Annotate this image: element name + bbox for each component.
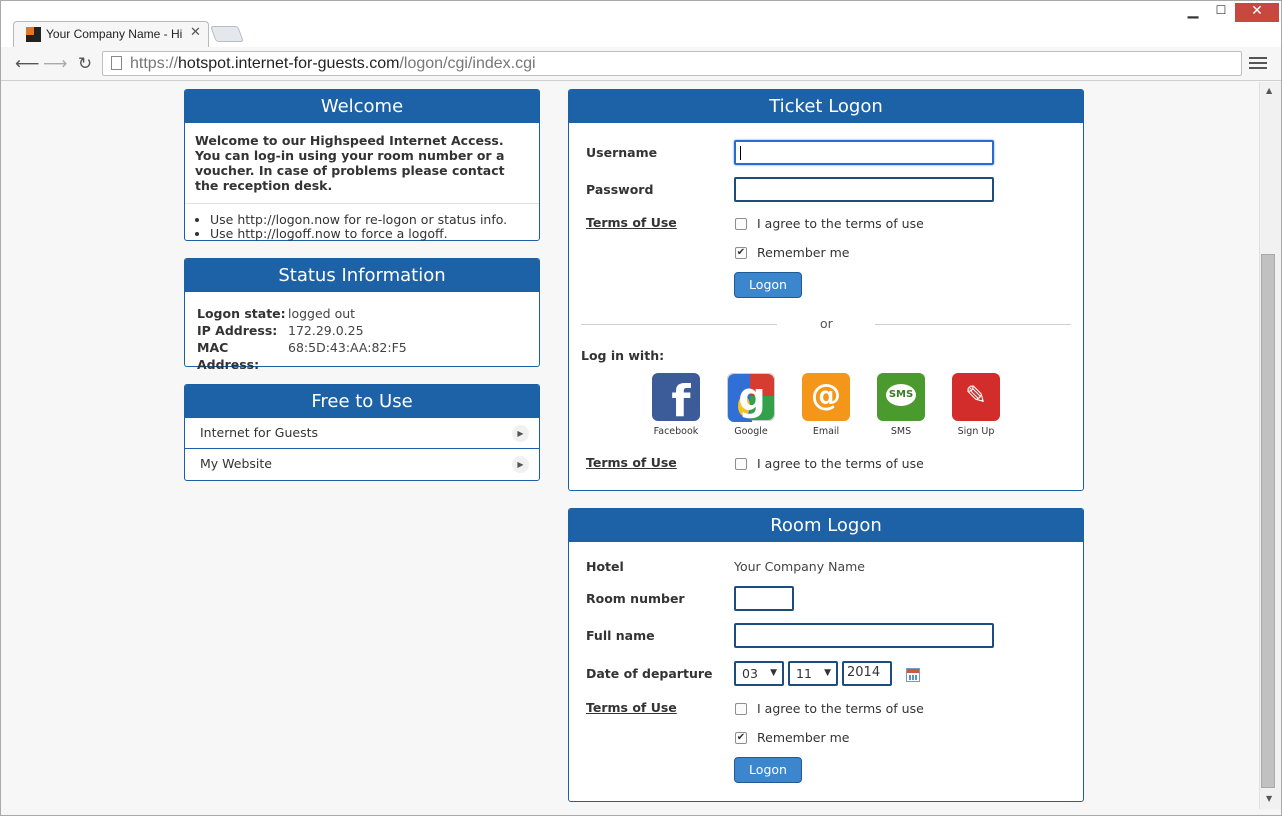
facebook-icon: f bbox=[652, 373, 700, 427]
terms-of-use-link[interactable]: Terms of Use bbox=[586, 215, 677, 230]
sms-login[interactable]: SMS SMS bbox=[871, 373, 931, 437]
free-to-use-panel: Free to Use Internet for Guests ▶ My Web… bbox=[184, 384, 540, 481]
title-bar: Your Company Name - Hi ✕ ▁ ☐ ✕ bbox=[1, 1, 1281, 48]
vertical-scrollbar[interactable]: ▲ ▼ bbox=[1259, 82, 1281, 809]
room-remember-label: Remember me bbox=[757, 730, 850, 745]
scroll-down-icon[interactable]: ▼ bbox=[1266, 794, 1272, 803]
favicon-icon bbox=[26, 27, 41, 42]
welcome-title: Welcome bbox=[185, 90, 539, 123]
welcome-tip: Use http://logon.now for re-logon or sta… bbox=[210, 213, 529, 227]
play-arrow-icon: ▶ bbox=[512, 456, 529, 473]
welcome-text: Welcome to our Highspeed Internet Access… bbox=[185, 123, 539, 204]
chevron-down-icon: ▼ bbox=[770, 668, 777, 678]
browser-window: Your Company Name - Hi ✕ ▁ ☐ ✕ ⟵ ⟶ ↻ htt… bbox=[0, 0, 1282, 816]
reload-icon[interactable]: ↻ bbox=[74, 53, 96, 75]
chevron-down-icon: ▼ bbox=[824, 668, 831, 678]
scroll-up-icon[interactable]: ▲ bbox=[1266, 86, 1272, 95]
full-name-label: Full name bbox=[586, 628, 655, 643]
close-window-button[interactable]: ✕ bbox=[1235, 3, 1279, 22]
url-text: https://hotspot.internet-for-guests.com/… bbox=[130, 55, 536, 72]
free-link-my-website[interactable]: My Website ▶ bbox=[185, 449, 539, 480]
room-logon-title: Room Logon bbox=[569, 509, 1083, 542]
play-arrow-icon: ▶ bbox=[512, 425, 529, 442]
room-agree-checkbox[interactable] bbox=[735, 703, 747, 715]
ticket-logon-button[interactable]: Logon bbox=[734, 272, 802, 298]
ticket-logon-panel: Ticket Logon Username Password Terms of … bbox=[568, 89, 1084, 491]
new-tab-button[interactable] bbox=[210, 26, 244, 42]
username-input[interactable] bbox=[734, 140, 994, 165]
room-number-label: Room number bbox=[586, 591, 685, 606]
room-agree-label: I agree to the terms of use bbox=[757, 701, 924, 716]
departure-label: Date of departure bbox=[586, 666, 713, 681]
free-to-use-title: Free to Use bbox=[185, 385, 539, 418]
menu-icon[interactable] bbox=[1249, 55, 1267, 73]
page-icon bbox=[111, 56, 122, 70]
welcome-tips: Use http://logon.now for re-logon or sta… bbox=[185, 204, 539, 241]
back-arrow-icon[interactable]: ⟵ bbox=[15, 53, 39, 75]
email-icon: @ bbox=[802, 373, 850, 421]
minimize-button[interactable]: ▁ bbox=[1181, 3, 1205, 23]
google-icon: g bbox=[727, 373, 775, 422]
status-row: MAC Address: 68:5D:43:AA:82:F5 bbox=[197, 340, 407, 372]
welcome-tip: Use http://logoff.now to force a logoff. bbox=[210, 227, 529, 241]
ticket-logon-title: Ticket Logon bbox=[569, 90, 1083, 123]
address-bar[interactable]: https://hotspot.internet-for-guests.com/… bbox=[102, 51, 1242, 76]
social-agree-checkbox[interactable] bbox=[735, 458, 747, 470]
signup-icon: ✎ bbox=[952, 373, 1000, 421]
departure-year-input[interactable]: 2014 bbox=[842, 661, 892, 686]
status-row: IP Address: 172.29.0.25 bbox=[197, 323, 364, 338]
room-logon-button[interactable]: Logon bbox=[734, 757, 802, 783]
status-table: Logon state: logged out IP Address: 172.… bbox=[185, 292, 539, 386]
tab-close-icon[interactable]: ✕ bbox=[190, 25, 201, 40]
social-terms-of-use-link[interactable]: Terms of Use bbox=[586, 455, 677, 470]
departure-month-select[interactable]: 11 ▼ bbox=[788, 661, 838, 686]
login-with-label: Log in with: bbox=[581, 348, 665, 363]
divider bbox=[875, 324, 1071, 325]
forward-arrow-icon[interactable]: ⟶ bbox=[43, 53, 67, 75]
google-login[interactable]: g Google bbox=[721, 373, 781, 437]
browser-toolbar: ⟵ ⟶ ↻ https://hotspot.internet-for-guest… bbox=[1, 47, 1281, 81]
username-label: Username bbox=[586, 145, 658, 160]
full-name-input[interactable] bbox=[734, 623, 994, 648]
remember-label: Remember me bbox=[757, 245, 850, 260]
divider bbox=[581, 324, 777, 325]
email-login[interactable]: @ Email bbox=[796, 373, 856, 437]
or-text: or bbox=[820, 316, 833, 331]
page-viewport: Welcome Welcome to our Highspeed Interne… bbox=[1, 82, 1259, 809]
status-row: Logon state: logged out bbox=[197, 306, 356, 321]
free-link-internet-for-guests[interactable]: Internet for Guests ▶ bbox=[185, 418, 539, 449]
maximize-button[interactable]: ☐ bbox=[1209, 3, 1233, 23]
password-label: Password bbox=[586, 182, 654, 197]
agree-label: I agree to the terms of use bbox=[757, 216, 924, 231]
status-panel: Status Information Logon state: logged o… bbox=[184, 258, 540, 372]
scroll-thumb[interactable] bbox=[1261, 254, 1275, 788]
agree-checkbox[interactable] bbox=[735, 218, 747, 230]
room-logon-panel: Room Logon Hotel Your Company Name Room … bbox=[568, 508, 1084, 802]
browser-tab[interactable]: Your Company Name - Hi ✕ bbox=[13, 21, 209, 48]
room-number-input[interactable] bbox=[734, 586, 794, 611]
remember-checkbox[interactable]: ✔ bbox=[735, 247, 747, 259]
status-title: Status Information bbox=[185, 259, 539, 292]
password-input[interactable] bbox=[734, 177, 994, 202]
calendar-icon[interactable] bbox=[906, 668, 920, 682]
room-remember-checkbox[interactable]: ✔ bbox=[735, 732, 747, 744]
signup-login[interactable]: ✎ Sign Up bbox=[946, 373, 1006, 437]
room-terms-of-use-link[interactable]: Terms of Use bbox=[586, 700, 677, 715]
departure-day-select[interactable]: 03 ▼ bbox=[734, 661, 784, 686]
hotel-value: Your Company Name bbox=[734, 559, 865, 574]
facebook-login[interactable]: f Facebook bbox=[646, 373, 706, 437]
social-agree-label: I agree to the terms of use bbox=[757, 456, 924, 471]
sms-icon: SMS bbox=[877, 373, 925, 421]
hotel-label: Hotel bbox=[586, 559, 624, 574]
welcome-panel: Welcome Welcome to our Highspeed Interne… bbox=[184, 89, 540, 241]
tab-title: Your Company Name - Hi bbox=[46, 27, 183, 41]
